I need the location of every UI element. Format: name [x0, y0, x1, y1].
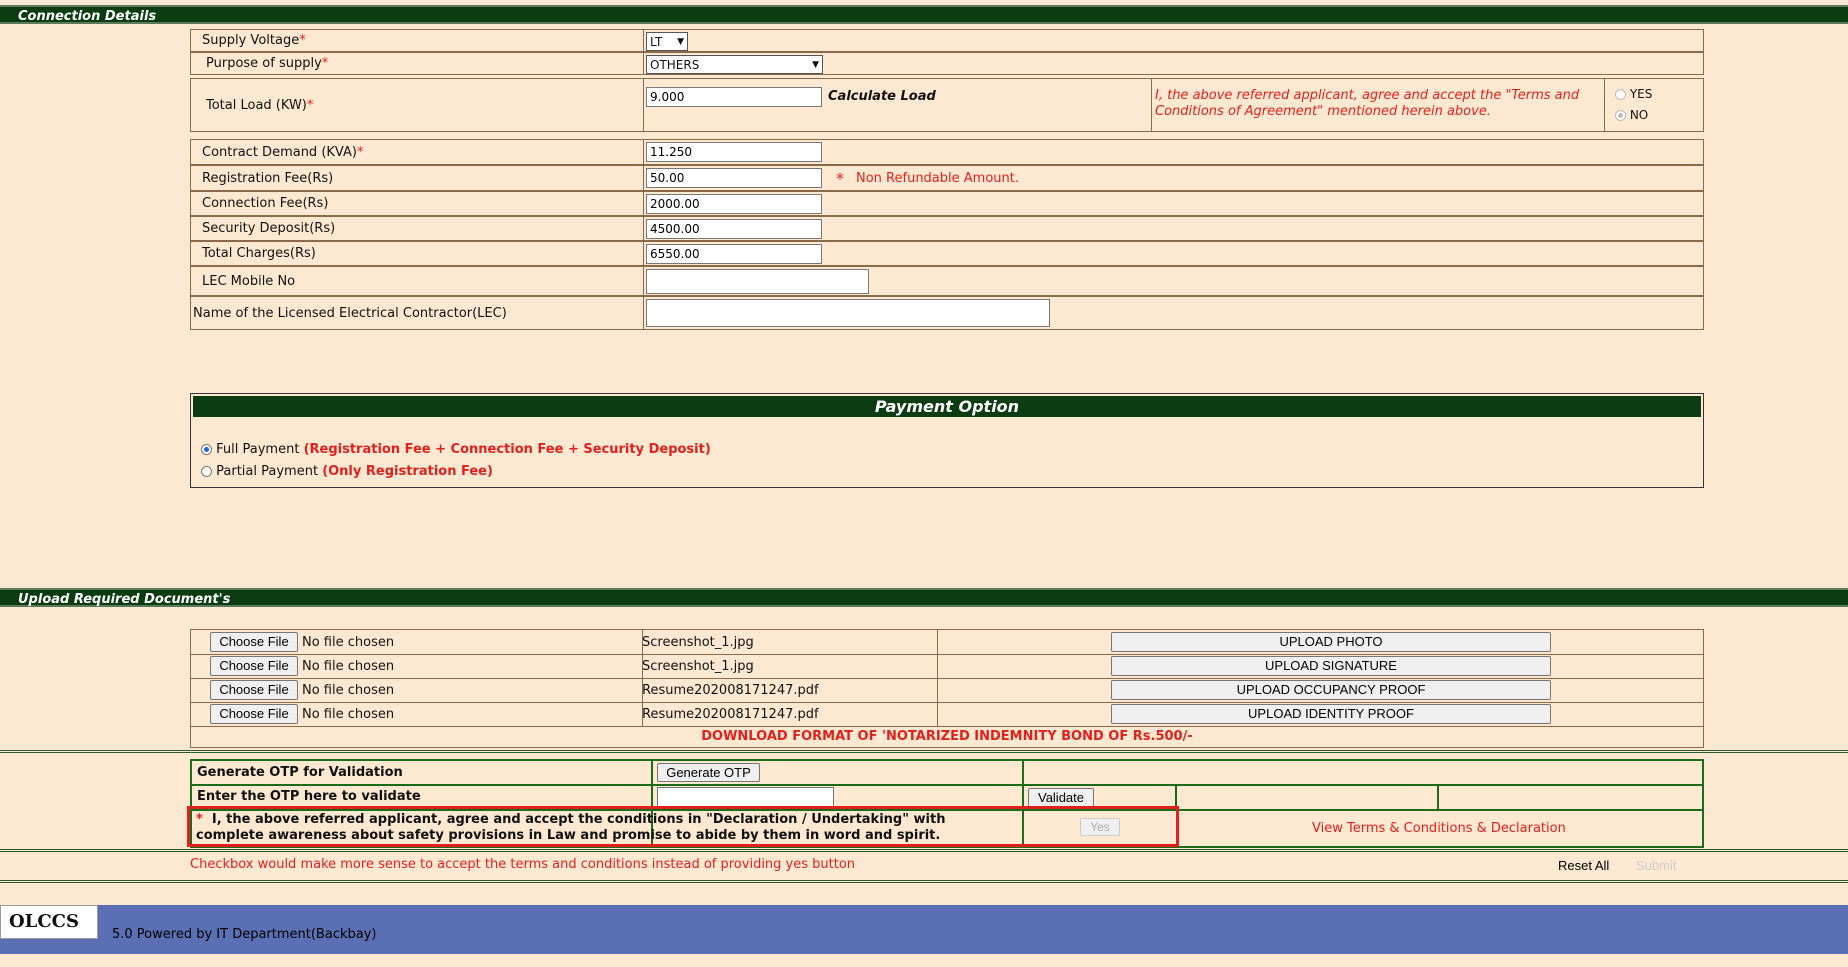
upload-signature-button[interactable]: UPLOAD SIGNATURE [1111, 656, 1551, 676]
chevron-down-icon: ▼ [677, 36, 684, 47]
lec-name-input[interactable] [646, 299, 1050, 327]
divider [0, 849, 1848, 852]
contract-demand-row: Contract Demand (KVA) * [190, 139, 1704, 165]
enter-otp-label: Enter the OTP here to validate [197, 789, 421, 804]
declaration-text: * I, the above referred applicant, agree… [196, 812, 946, 843]
download-indemnity-bond-link[interactable]: DOWNLOAD FORMAT OF 'NOTARIZED INDEMNITY … [191, 729, 1703, 744]
filename-signature: Screenshot_1.jpg [642, 659, 754, 674]
total-charges-row: Total Charges(Rs) [190, 241, 1704, 266]
divider [0, 880, 1848, 883]
filename-occupancy: Resume202008171247.pdf [642, 683, 819, 698]
total-load-label: Total Load (KW) [206, 97, 307, 113]
choose-file-photo-button[interactable]: Choose File [210, 632, 298, 652]
total-load-row: Total Load (KW)* Calculate Load I, the a… [190, 78, 1704, 132]
choose-file-identity-button[interactable]: Choose File [210, 704, 298, 724]
partial-payment-radio[interactable] [201, 466, 212, 477]
footer: OLCCS 5.0 Powered by IT Department(Backb… [0, 905, 1848, 954]
full-payment-option[interactable]: Full Payment (Registration Fee + Connect… [201, 442, 711, 457]
lec-name-label: Name of the Licensed Electrical Contract… [193, 305, 507, 321]
olccs-logo: OLCCS [0, 905, 98, 939]
agreement-no-option[interactable]: NO [1615, 108, 1648, 122]
non-refundable-note: Non Refundable Amount. [856, 171, 1019, 186]
connection-fee-input[interactable] [646, 194, 822, 214]
contract-demand-input[interactable] [646, 142, 822, 162]
total-charges-input[interactable] [646, 244, 822, 264]
no-radio[interactable] [1615, 110, 1626, 121]
lec-name-row: Name of the Licensed Electrical Contract… [190, 296, 1704, 330]
payment-option-header: Payment Option [193, 396, 1701, 417]
payment-option-panel: Payment Option Full Payment (Registratio… [190, 393, 1704, 488]
connection-fee-row: Connection Fee(Rs) [190, 191, 1704, 216]
section-header-upload-docs: Upload Required Document's [0, 588, 1848, 607]
registration-fee-label: Registration Fee(Rs) [202, 170, 334, 186]
filename-photo: Screenshot_1.jpg [642, 635, 754, 650]
purpose-select[interactable]: OTHERS ▼ [646, 55, 823, 74]
purpose-label: Purpose of supply [206, 56, 322, 71]
choose-file-occupancy-button[interactable]: Choose File [210, 680, 298, 700]
upload-identity-proof-button[interactable]: UPLOAD IDENTITY PROOF [1111, 704, 1551, 724]
security-deposit-label: Security Deposit(Rs) [202, 221, 336, 236]
upload-occupancy-proof-button[interactable]: UPLOAD OCCUPANCY PROOF [1111, 680, 1551, 700]
registration-fee-input[interactable] [646, 168, 822, 188]
choose-file-signature-button[interactable]: Choose File [210, 656, 298, 676]
otp-table: Generate OTP for Validation Generate OTP… [190, 759, 1704, 848]
reset-all-button[interactable]: Reset All [1558, 858, 1609, 873]
calculate-load-link[interactable]: Calculate Load [828, 89, 936, 104]
file-status-occupancy: No file chosen [302, 683, 395, 698]
yes-radio[interactable] [1615, 89, 1626, 100]
supply-voltage-label: Supply Voltage [202, 33, 300, 48]
submit-button[interactable]: Submit [1636, 858, 1676, 873]
section-header-connection-details: Connection Details [0, 5, 1848, 24]
divider [0, 750, 1848, 753]
generate-otp-label: Generate OTP for Validation [197, 765, 403, 780]
chevron-down-icon: ▼ [812, 59, 819, 70]
generate-otp-button[interactable]: Generate OTP [657, 763, 760, 782]
powered-by-text: 5.0 Powered by IT Department(Backbay) [112, 927, 377, 942]
upload-photo-button[interactable]: UPLOAD PHOTO [1111, 632, 1551, 652]
uploads-table: Choose File No file chosen Screenshot_1.… [190, 629, 1704, 748]
agreement-text: I, the above referred applicant, agree a… [1155, 88, 1580, 119]
security-deposit-input[interactable] [646, 219, 822, 239]
file-status-identity: No file chosen [302, 707, 395, 722]
file-status-signature: No file chosen [302, 659, 395, 674]
required-star: * [836, 169, 844, 188]
partial-payment-option[interactable]: Partial Payment (Only Registration Fee) [201, 464, 493, 479]
lec-mobile-input[interactable] [646, 269, 869, 294]
declaration-yes-button[interactable]: Yes [1080, 818, 1120, 836]
total-load-input[interactable] [646, 87, 822, 107]
security-deposit-row: Security Deposit(Rs) [190, 216, 1704, 241]
file-status-photo: No file chosen [302, 635, 395, 650]
lec-mobile-row: LEC Mobile No [190, 266, 1704, 296]
connection-fee-label: Connection Fee(Rs) [202, 196, 329, 211]
registration-fee-row: Registration Fee(Rs) * Non Refundable Am… [190, 165, 1704, 191]
contract-demand-label: Contract Demand (KVA) [202, 144, 357, 160]
validate-button[interactable]: Validate [1028, 788, 1094, 807]
total-charges-label: Total Charges(Rs) [202, 246, 316, 261]
full-payment-radio[interactable] [201, 444, 212, 455]
otp-input[interactable] [657, 787, 834, 807]
usability-annotation: Checkbox would make more sense to accept… [190, 857, 856, 872]
view-terms-link[interactable]: View Terms & Conditions & Declaration [1312, 821, 1566, 836]
lec-mobile-label: LEC Mobile No [202, 273, 296, 289]
agreement-yes-option[interactable]: YES [1615, 87, 1652, 101]
supply-voltage-row: Supply Voltage * LT ▼ [190, 29, 1704, 52]
filename-identity: Resume202008171247.pdf [642, 707, 819, 722]
purpose-of-supply-row: Purpose of supply * OTHERS ▼ [190, 52, 1704, 75]
supply-voltage-select[interactable]: LT ▼ [646, 32, 688, 51]
